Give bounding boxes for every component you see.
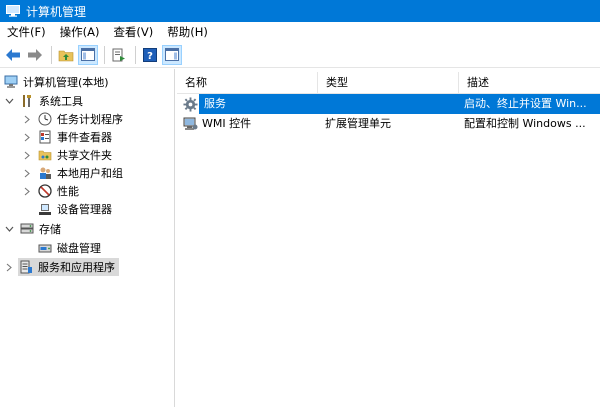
list-cell-name: WMI 控件 [177, 114, 317, 134]
chevron-right-icon[interactable] [21, 113, 33, 125]
tree-label: 本地用户和组 [57, 167, 123, 180]
up-folder-button[interactable] [56, 45, 76, 65]
shared-folder-icon [37, 147, 53, 163]
chevron-down-icon[interactable] [3, 95, 15, 107]
storage-icon [19, 221, 35, 237]
device-manager-icon [37, 201, 53, 217]
column-header-type[interactable]: 类型 [318, 72, 459, 94]
toolbar-separator [135, 45, 136, 64]
chevron-down-icon[interactable] [3, 223, 15, 235]
folder-up-icon [58, 50, 74, 61]
gear-icon [182, 96, 198, 112]
menu-help[interactable]: 帮助(H) [160, 22, 215, 42]
performance-icon [37, 183, 53, 199]
column-header-description[interactable]: 描述 [459, 72, 600, 94]
help-button[interactable]: ? [140, 45, 160, 65]
list-item-label: 服务 [202, 94, 228, 114]
tree-item-system-tools[interactable]: 系统工具 [3, 92, 83, 110]
tree-item-services-and-applications[interactable]: 服务和应用程序 [18, 258, 119, 276]
list-item-wmi-control[interactable]: WMI 控件 扩展管理单元 配置和控制 Windows ... [177, 114, 600, 134]
console-tree: 计算机管理(本地) 系统工具 任务计划程序 事件查看器 共享文件夹 本地用户和组… [0, 69, 175, 407]
toolbar: ? [0, 42, 600, 68]
export-list-button[interactable] [109, 45, 129, 65]
tree-label: 系统工具 [39, 95, 83, 108]
chevron-right-icon[interactable] [21, 167, 33, 179]
tree-item-device-manager[interactable]: 设备管理器 [37, 200, 112, 218]
menu-file[interactable]: 文件(F) [0, 22, 53, 42]
back-arrow-icon [6, 48, 20, 61]
action-pane-icon [165, 48, 179, 61]
list-cell-type: 扩展管理单元 [325, 117, 391, 130]
list-cell-type [317, 94, 458, 114]
chevron-right-icon[interactable] [21, 131, 33, 143]
menu-bar: 文件(F) 操作(A) 查看(V) 帮助(H) [0, 22, 600, 42]
export-list-icon [112, 48, 125, 61]
tree-item-services-apps-row[interactable] [3, 258, 19, 276]
computer-management-icon [6, 5, 20, 17]
list-cell-name: 服务 [177, 94, 317, 114]
menu-action[interactable]: 操作(A) [53, 22, 107, 42]
tree-item-storage[interactable]: 存储 [3, 220, 61, 238]
tree-item-shared-folders[interactable]: 共享文件夹 [21, 146, 112, 164]
event-viewer-icon [37, 129, 53, 145]
tree-item-local-users-groups[interactable]: 本地用户和组 [21, 164, 123, 182]
help-icon: ? [143, 47, 157, 62]
computer-management-icon [3, 74, 19, 90]
svg-text:?: ? [147, 51, 153, 62]
tree-label: 计算机管理(本地) [23, 76, 109, 89]
list-item-services[interactable]: 服务 启动、终止并设置 Win... [177, 94, 600, 114]
tools-icon [19, 93, 35, 109]
toolbar-separator [104, 45, 105, 64]
result-list-view: 名称 类型 描述 服务 启动、终止并设置 Win... WMI 控件 扩展管理单… [177, 69, 600, 407]
tree-label: 设备管理器 [57, 203, 112, 216]
disk-management-icon [37, 240, 53, 256]
chevron-right-icon[interactable] [3, 261, 15, 273]
console-tree-icon [81, 48, 95, 61]
column-header-name[interactable]: 名称 [177, 72, 318, 94]
tree-label: 任务计划程序 [57, 113, 123, 126]
toolbar-separator [51, 45, 52, 64]
title-bar: 计算机管理 [0, 0, 600, 22]
forward-arrow-icon [28, 48, 42, 61]
tree-item-performance[interactable]: 性能 [21, 182, 79, 200]
chevron-right-icon[interactable] [21, 185, 33, 197]
tree-label: 服务和应用程序 [38, 261, 115, 274]
menu-view[interactable]: 查看(V) [106, 22, 160, 42]
tree-item-event-viewer[interactable]: 事件查看器 [21, 128, 112, 146]
tree-label: 事件查看器 [57, 131, 112, 144]
list-cell-description: 启动、终止并设置 Win... [458, 94, 600, 114]
tree-label: 磁盘管理 [57, 242, 101, 255]
tree-label: 共享文件夹 [57, 149, 112, 162]
window-title: 计算机管理 [26, 4, 87, 19]
tree-item-task-scheduler[interactable]: 任务计划程序 [21, 110, 123, 128]
list-header: 名称 类型 描述 [177, 72, 600, 94]
tree-label: 性能 [57, 185, 79, 198]
list-cell-description: 配置和控制 Windows ... [464, 117, 586, 130]
tree-label: 存储 [39, 223, 61, 236]
tree-item-disk-management[interactable]: 磁盘管理 [37, 239, 101, 257]
forward-button[interactable] [25, 45, 45, 65]
back-button[interactable] [3, 45, 23, 65]
tree-item-computer-management[interactable]: 计算机管理(本地) [3, 73, 109, 91]
wmi-control-icon [182, 116, 198, 132]
clock-icon [37, 111, 53, 127]
show-hide-console-tree-button[interactable] [78, 44, 98, 65]
users-icon [37, 165, 53, 181]
services-apps-icon [18, 259, 34, 275]
list-item-label: WMI 控件 [202, 117, 252, 130]
chevron-right-icon[interactable] [21, 149, 33, 161]
show-hide-action-pane-button[interactable] [162, 44, 182, 65]
